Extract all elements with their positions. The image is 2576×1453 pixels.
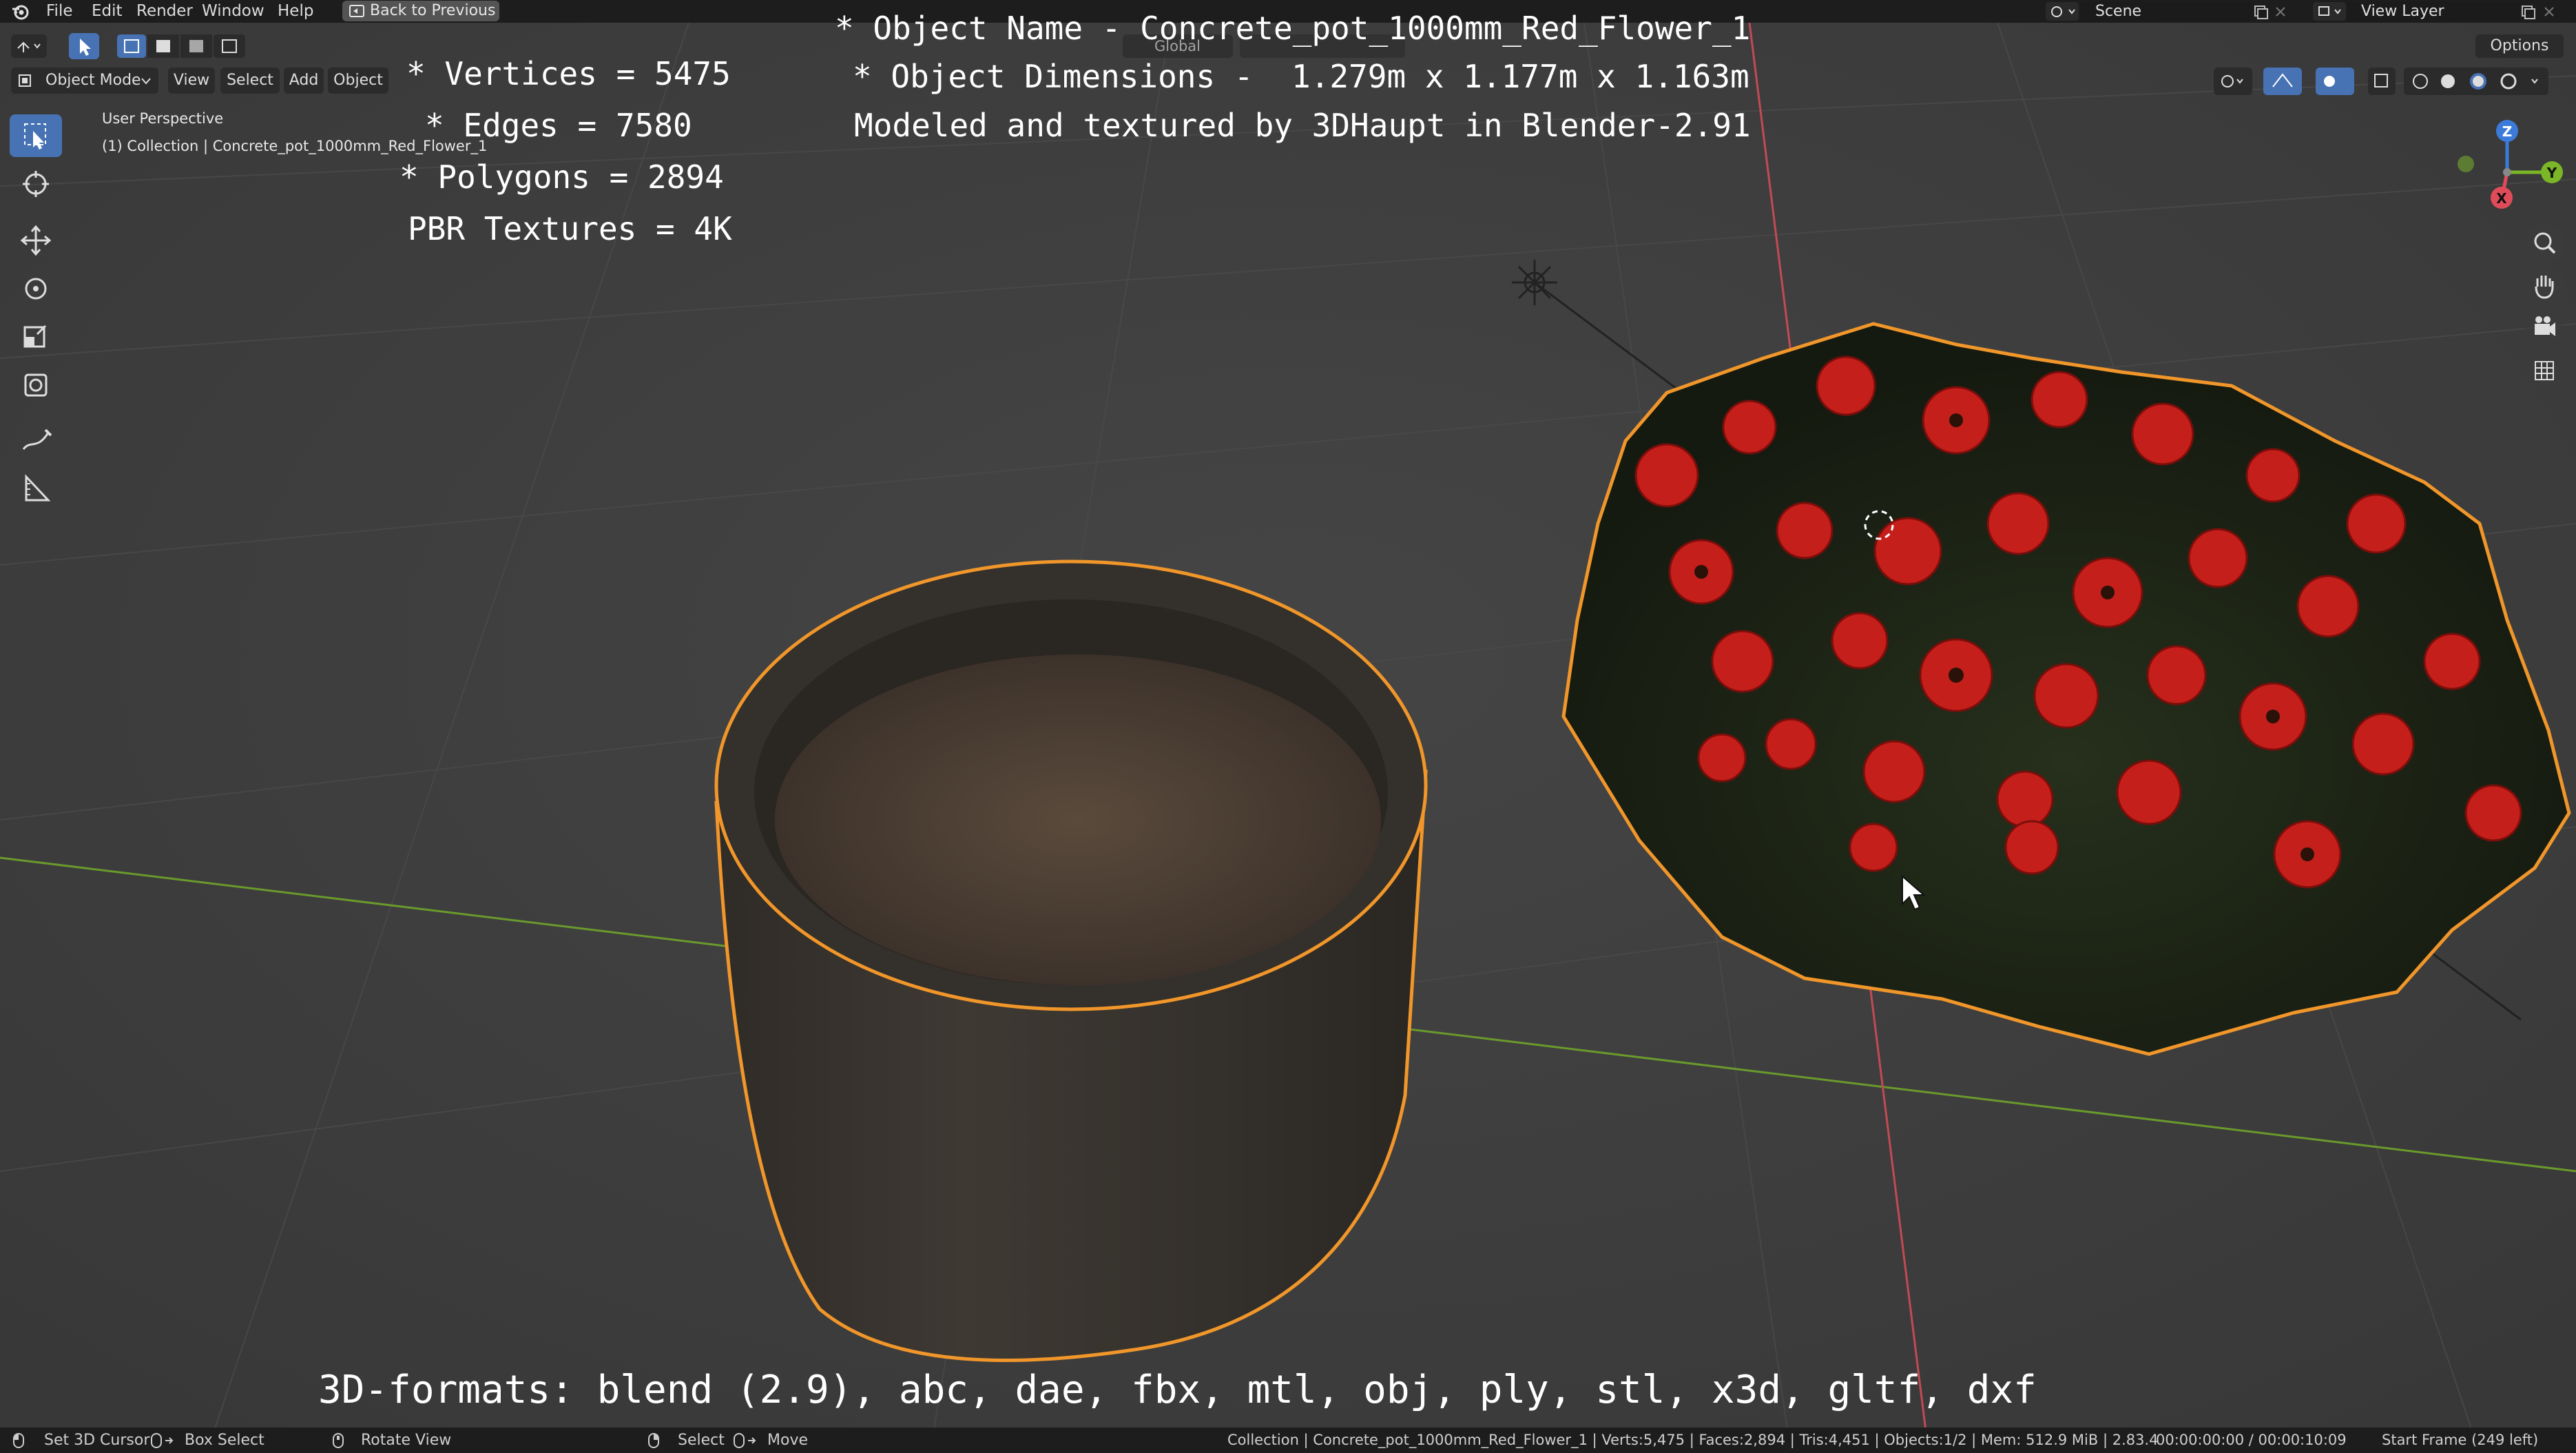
navigation-gizmo[interactable]: Z Y X <box>2449 110 2573 220</box>
cursor-tool[interactable] <box>10 163 62 205</box>
new-scene-icon[interactable] <box>2251 3 2272 21</box>
menu-select-label: Select <box>227 72 273 89</box>
polygons-count: * Polygons = 2894 <box>399 158 724 196</box>
mouse-right-icon <box>648 1433 659 1448</box>
rotate-tool[interactable] <box>10 267 62 310</box>
object-name-info: * Object Name - Concrete_pot_1000mm_Red_… <box>835 10 1751 47</box>
selection-mode-icons[interactable] <box>117 34 248 58</box>
gizmo-z-label: Z <box>2502 123 2513 140</box>
status-box-select: Box Select <box>185 1432 264 1449</box>
object-mode-label: Object Mode <box>45 72 141 89</box>
credit-text: Modeled and textured by 3DHaupt in Blend… <box>854 107 1751 144</box>
ortho-toggle-button[interactable] <box>2524 351 2565 390</box>
screen-icon <box>349 5 364 17</box>
object-mode-icon <box>19 74 31 87</box>
menu-object[interactable]: Object <box>328 68 388 94</box>
delete-view-layer-icon[interactable] <box>2542 4 2557 19</box>
select-box-icon <box>24 123 46 150</box>
mouse-drag-icon <box>151 1433 174 1448</box>
tool-shelf <box>10 110 65 510</box>
gizmo-y-label: Y <box>2546 165 2557 181</box>
gizmo-x-label: X <box>2496 190 2507 207</box>
cursor-icon <box>23 171 49 197</box>
view-layer-selector-icon[interactable] <box>2313 2 2346 21</box>
back-to-previous-label: Back to Previous <box>370 2 496 19</box>
pbr-textures-info: PBR Textures = 4K <box>408 210 732 247</box>
measure-tool[interactable] <box>10 467 62 510</box>
hand-icon <box>2535 276 2554 299</box>
grid-icon <box>2535 361 2554 380</box>
annotate-icon <box>22 429 52 450</box>
pan-view-button[interactable] <box>2524 266 2565 305</box>
camera-icon <box>2535 316 2555 336</box>
menu-view[interactable]: View <box>168 68 215 94</box>
status-select: Select <box>678 1432 725 1449</box>
scale-icon <box>23 324 47 348</box>
status-bar: Set 3D Cursor Box Select Rotate View Sel… <box>0 1428 2576 1453</box>
chevron-down-icon <box>141 78 151 85</box>
move-icon <box>20 225 52 256</box>
menu-render[interactable]: Render <box>136 0 193 23</box>
editor-type-icon[interactable] <box>11 34 47 58</box>
menu-add-label: Add <box>289 72 319 89</box>
scene-name: Scene <box>2095 3 2142 20</box>
magnifier-icon <box>2534 232 2556 254</box>
scene-selector-icon[interactable] <box>2046 2 2079 21</box>
ruler-icon <box>25 474 51 502</box>
object-dimensions-info: * Object Dimensions - 1.279m x 1.177m x … <box>853 58 1749 95</box>
select-tool-mode-icon[interactable] <box>69 33 99 59</box>
move-tool[interactable] <box>10 219 62 262</box>
edges-count: * Edges = 7580 <box>425 107 692 144</box>
playback-time: 00:00:00:00 / 00:00:10:09 <box>2156 1432 2347 1448</box>
mouse-middle-icon <box>333 1433 344 1448</box>
viewport-canvas[interactable] <box>0 0 2576 1453</box>
status-rotate-view: Rotate View <box>361 1432 452 1449</box>
blender-logo-icon[interactable] <box>11 3 29 20</box>
new-view-layer-icon[interactable] <box>2518 3 2539 21</box>
zoom-view-button[interactable] <box>2524 225 2565 263</box>
view-perspective-label: User Perspective <box>102 110 224 127</box>
menu-add[interactable]: Add <box>284 68 324 94</box>
annotate-tool[interactable] <box>10 419 62 462</box>
transform-tool[interactable] <box>10 364 62 406</box>
rotate-icon <box>25 278 47 300</box>
delete-scene-icon[interactable] <box>2273 4 2288 19</box>
vertices-count: * Vertices = 5475 <box>406 55 731 92</box>
menu-help[interactable]: Help <box>278 0 313 23</box>
scene-statistics: Collection | Concrete_pot_1000mm_Red_Flo… <box>1227 1432 2159 1448</box>
camera-view-button[interactable] <box>2524 309 2565 347</box>
mouse-drag-right-icon <box>734 1433 756 1448</box>
menu-edit[interactable]: Edit <box>92 0 123 23</box>
menu-file[interactable]: File <box>46 0 73 23</box>
view-layer-field[interactable]: View Layer <box>2347 1 2520 21</box>
menu-view-label: View <box>173 72 210 89</box>
scale-tool[interactable] <box>10 316 62 358</box>
options-dropdown[interactable]: Options <box>2475 34 2564 58</box>
menu-select[interactable]: Select <box>220 68 280 94</box>
concrete-pot[interactable] <box>714 559 1428 1362</box>
scene-name-field[interactable]: Scene <box>2080 1 2252 21</box>
transform-icon <box>24 373 48 397</box>
back-to-previous-button[interactable]: Back to Previous <box>342 1 499 21</box>
menu-window[interactable]: Window <box>202 0 264 23</box>
status-move: Move <box>767 1432 808 1449</box>
object-mode-dropdown[interactable]: Object Mode <box>11 68 158 94</box>
viewport-shading-controls[interactable] <box>2214 66 2558 96</box>
status-set-cursor: Set 3D Cursor <box>44 1432 150 1449</box>
select-box-tool[interactable] <box>10 114 62 157</box>
menu-object-label: Object <box>333 72 383 89</box>
view-layer-name: View Layer <box>2361 3 2444 20</box>
options-label: Options <box>2490 37 2549 54</box>
formats-text: 3D-formats: blend (2.9), abc, dae, fbx, … <box>318 1368 2037 1412</box>
frame-info: Start Frame (249 left) <box>2382 1432 2539 1448</box>
mouse-left-icon <box>13 1433 24 1448</box>
